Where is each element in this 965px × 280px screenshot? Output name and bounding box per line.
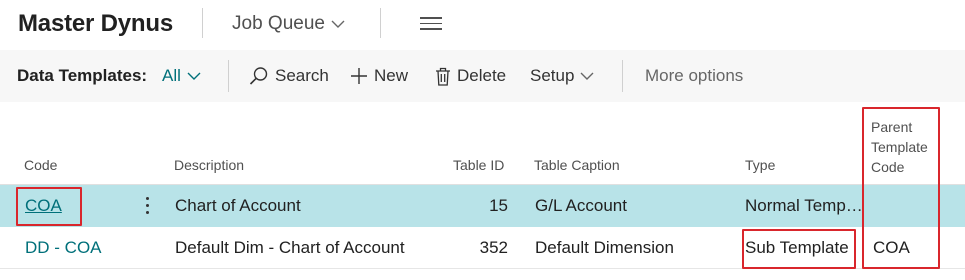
chevron-down-icon bbox=[331, 20, 345, 29]
code-cell[interactable]: DD - COA bbox=[25, 238, 102, 258]
chevron-down-icon bbox=[187, 72, 201, 81]
column-header-table-id[interactable]: Table ID bbox=[453, 157, 504, 173]
page-title: Master Dynus bbox=[18, 10, 173, 37]
parent-header-line-1: Parent bbox=[871, 119, 913, 135]
table-row[interactable]: DD - COA Default Dim - Chart of Account … bbox=[0, 227, 965, 269]
column-header-description[interactable]: Description bbox=[174, 157, 244, 173]
job-queue-menu[interactable]: Job Queue bbox=[232, 13, 345, 35]
job-queue-label: Job Queue bbox=[232, 13, 325, 34]
type-cell: Normal Temp… bbox=[745, 196, 863, 215]
hamburger-icon[interactable] bbox=[420, 17, 442, 31]
description-cell: Chart of Account bbox=[175, 196, 301, 215]
search-button[interactable]: Search bbox=[249, 66, 329, 86]
column-header-parent-template-code[interactable]: Parent Template Code bbox=[871, 117, 928, 177]
setup-dropdown[interactable]: Setup bbox=[530, 66, 594, 86]
search-label: Search bbox=[275, 66, 329, 85]
description-cell: Default Dim - Chart of Account bbox=[175, 238, 405, 257]
search-icon bbox=[249, 66, 269, 86]
table-id-cell: 352 bbox=[479, 238, 508, 257]
action-divider bbox=[228, 60, 229, 92]
action-bar-label: Data Templates: bbox=[17, 66, 148, 85]
delete-button[interactable]: Delete bbox=[435, 66, 506, 86]
new-label: New bbox=[374, 66, 409, 85]
column-header-table-caption[interactable]: Table Caption bbox=[534, 157, 620, 173]
filter-all-label: All bbox=[162, 66, 181, 85]
plus-icon bbox=[350, 67, 368, 85]
chevron-down-icon bbox=[580, 72, 594, 81]
more-options-label: More options bbox=[645, 66, 744, 85]
action-divider-2 bbox=[622, 60, 623, 92]
table-caption-cell: G/L Account bbox=[535, 196, 627, 215]
top-header: Master Dynus Job Queue bbox=[0, 0, 965, 50]
filter-all-dropdown[interactable]: All bbox=[162, 66, 201, 86]
parent-header-line-3: Code bbox=[871, 159, 905, 175]
table-row[interactable]: COA Chart of Account 15 G/L Account Norm… bbox=[0, 185, 965, 227]
parent-header-line-2: Template bbox=[871, 139, 928, 155]
new-button[interactable]: New bbox=[350, 66, 408, 86]
trash-icon bbox=[435, 67, 451, 86]
table-caption-cell: Default Dimension bbox=[535, 238, 674, 257]
data-templates-grid: Code Description Table ID Table Caption … bbox=[0, 102, 965, 280]
table-id-cell: 15 bbox=[489, 196, 508, 215]
header-divider-2 bbox=[380, 8, 381, 38]
setup-label: Setup bbox=[530, 66, 575, 85]
row-actions-icon[interactable] bbox=[146, 197, 150, 215]
code-cell[interactable]: COA bbox=[25, 196, 62, 216]
column-header-type[interactable]: Type bbox=[745, 157, 775, 173]
column-header-code[interactable]: Code bbox=[24, 157, 57, 173]
more-options-button[interactable]: More options bbox=[645, 66, 743, 86]
parent-code-cell: COA bbox=[873, 238, 910, 257]
delete-label: Delete bbox=[457, 66, 507, 85]
header-divider bbox=[202, 8, 203, 38]
data-templates-label: Data Templates: bbox=[17, 66, 147, 86]
action-bar: Data Templates: All Search New Delete Se… bbox=[0, 50, 965, 102]
type-cell: Sub Template bbox=[745, 238, 849, 257]
